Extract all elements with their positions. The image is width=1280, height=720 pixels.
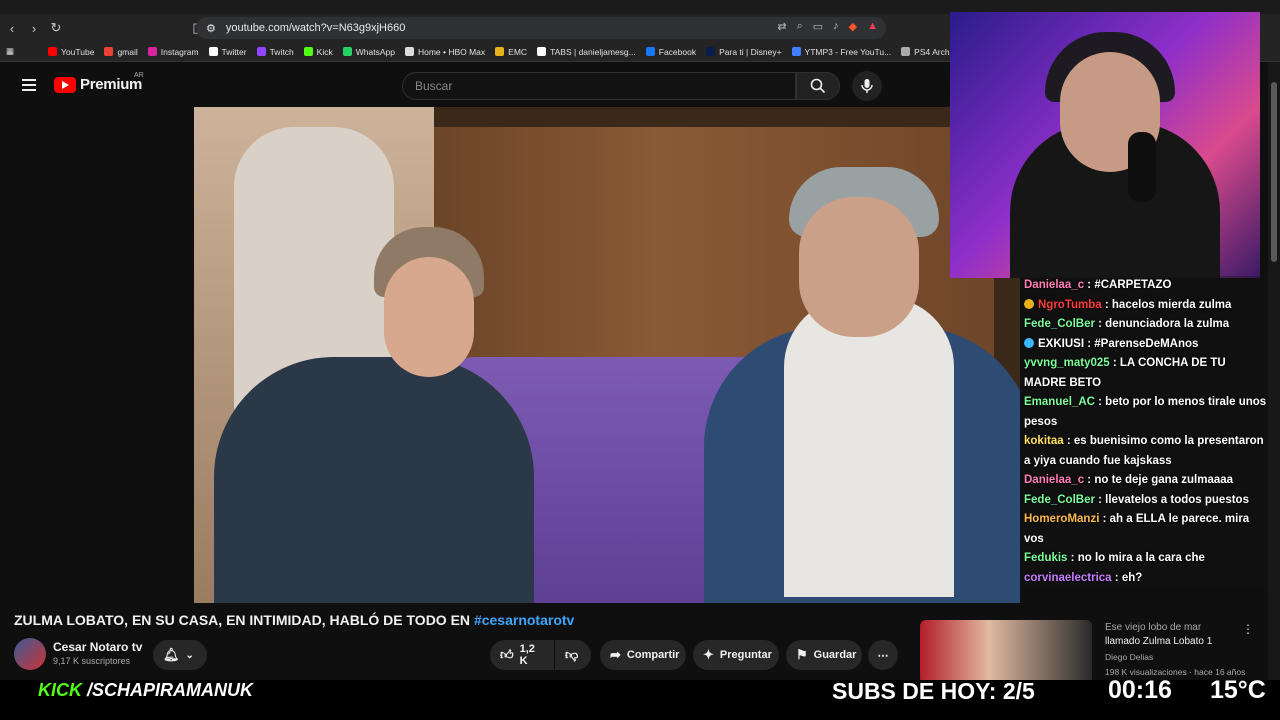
bookmark-tabs[interactable]: TABS | danieljamesg... xyxy=(537,47,636,57)
bookmark-youtube[interactable]: YouTube xyxy=(48,47,94,57)
bookmark-twitch[interactable]: Twitch xyxy=(256,47,294,57)
url-text: youtube.com/watch?v=N63g9xjH660 xyxy=(225,22,406,34)
bell-icon: 🔔︎ xyxy=(163,647,180,662)
chat-message: corvinaelectrica : eh? xyxy=(1020,568,1268,588)
badge-icon xyxy=(1024,337,1034,348)
bookmark-whatsapp[interactable]: WhatsApp xyxy=(342,47,395,57)
video-title: ZULMA LOBATO, EN SU CASA, EN INTIMIDAD, … xyxy=(14,612,574,628)
media-icon[interactable]: ♪ xyxy=(833,20,839,33)
chat-message: Danielaa_c : no te deje gana zulmaaaa xyxy=(1020,471,1268,491)
back-icon[interactable]: ‹ xyxy=(2,18,22,38)
chat-message: kokitaa : es buenisimo como la presentar… xyxy=(1020,432,1268,471)
thumbs-down-icon: 👎︎ xyxy=(565,647,579,662)
bookmark-instagram[interactable]: Instagram xyxy=(147,47,199,57)
chat-message: Fede_ColBer : denunciadora la zulma xyxy=(1020,315,1268,335)
channel-name[interactable]: Cesar Notaro tv xyxy=(53,640,142,654)
notifications-button[interactable]: 🔔︎ ⌄ xyxy=(153,640,207,670)
search-icon xyxy=(810,78,826,94)
video-player[interactable] xyxy=(194,107,1020,603)
chevron-down-icon: ⌄ xyxy=(185,649,194,661)
cast-icon[interactable]: ▭ xyxy=(813,20,823,33)
chat-message: Emanuel_AC : beto por lo menos tirale un… xyxy=(1020,393,1268,432)
zoom-icon[interactable]: ⌕ xyxy=(797,20,803,33)
voice-search-button[interactable] xyxy=(852,71,882,101)
menu-icon[interactable] xyxy=(22,79,36,91)
youtube-logo[interactable]: Premium AR xyxy=(54,72,144,93)
ask-label: Preguntar xyxy=(719,649,772,661)
share-icon: ➦ xyxy=(610,647,621,662)
apps-icon[interactable]: ▦ xyxy=(6,46,14,57)
bookmark-emc[interactable]: EMC xyxy=(495,47,527,57)
subscriber-count: 9,17 K suscriptores xyxy=(53,656,131,666)
recommended-video-author[interactable]: Diego Delias xyxy=(1105,652,1153,662)
stream-chat: Danielaa_c : #CARPETAZO NgroTumba : hace… xyxy=(1020,276,1268,632)
microphone-icon xyxy=(861,79,873,93)
forward-icon[interactable]: › xyxy=(24,18,44,38)
more-horizontal-icon: ⋯ xyxy=(877,649,889,662)
save-button[interactable]: ⚑ Guardar xyxy=(786,640,862,670)
microphone-icon xyxy=(1128,132,1156,202)
search-button[interactable] xyxy=(796,72,840,100)
sparkle-icon: ✦ xyxy=(703,647,714,662)
youtube-play-icon xyxy=(54,76,76,93)
save-label: Guardar xyxy=(813,649,857,661)
save-icon: ⚑ xyxy=(796,647,808,662)
country-code: AR xyxy=(134,72,144,79)
more-actions-button[interactable]: ⋯ xyxy=(868,640,898,670)
temperature: 15°C xyxy=(1210,676,1266,704)
subs-today-counter: SUBS DE HOY: 2/5 xyxy=(832,678,1035,704)
chat-message: Fede_ColBer : llevatelos a todos puestos xyxy=(1020,490,1268,510)
reload-icon[interactable]: ↻ xyxy=(46,18,66,38)
channel-avatar[interactable] xyxy=(14,638,46,670)
brave-shield-icon[interactable]: ◆ xyxy=(849,20,857,33)
address-bar[interactable]: ⚙ youtube.com/watch?v=N63g9xjH660 ⇄ ⌕ ▭ … xyxy=(196,17,886,39)
share-label: Compartir xyxy=(626,649,680,661)
chat-message: NgroTumba : hacelos mierda zulma xyxy=(1020,295,1268,315)
bookmark-twitter[interactable]: Twitter xyxy=(208,47,247,57)
like-count: 1,2 K xyxy=(519,643,535,667)
video-title-text: ZULMA LOBATO, EN SU CASA, EN INTIMIDAD, … xyxy=(14,612,471,628)
chat-message: Danielaa_c : #CARPETAZO xyxy=(1020,276,1268,296)
site-info-icon[interactable]: ⚙ xyxy=(206,22,216,35)
ask-button[interactable]: ✦ Preguntar xyxy=(693,640,779,670)
bookmark-kick[interactable]: Kick xyxy=(303,47,333,57)
bookmark-gmail[interactable]: gmail xyxy=(104,47,138,57)
bookmark-ytmp3[interactable]: YTMP3 - Free YouTu... xyxy=(791,47,891,57)
like-button[interactable]: 👍︎ 1,2 K xyxy=(490,640,554,670)
bookmark-hbo[interactable]: Home • HBO Max xyxy=(404,47,485,57)
search-input[interactable]: Buscar xyxy=(402,72,796,100)
kick-handle: KICK /SCHAPIRAMANUK xyxy=(38,680,254,700)
thumbs-up-icon: 👍︎ xyxy=(500,647,514,662)
chat-message: yvvng_maty025 : LA CONCHA DE TU MADRE BE… xyxy=(1020,354,1268,393)
streamer-webcam xyxy=(950,12,1260,278)
bookmark-facebook[interactable]: Facebook xyxy=(645,47,696,57)
chat-message: Fedukis : no lo mira a la cara che xyxy=(1020,549,1268,569)
dislike-button[interactable]: 👎︎ xyxy=(555,640,591,670)
rewards-icon[interactable]: ▲ xyxy=(867,20,878,33)
badge-icon xyxy=(1024,298,1034,309)
bookmark-disney[interactable]: Para ti | Disney+ xyxy=(706,47,782,57)
share-button[interactable]: ➦ Compartir xyxy=(600,640,686,670)
chat-message: HomeroManzi : ah a ELLA le parece. mira … xyxy=(1020,510,1268,549)
translate-icon[interactable]: ⇄ xyxy=(777,20,786,33)
hashtag-link[interactable]: #cesarnotarotv xyxy=(474,612,574,628)
logo-text: Premium xyxy=(80,76,143,93)
page-scrollbar[interactable] xyxy=(1268,62,1280,680)
stream-clock: 00:16 xyxy=(1108,676,1172,704)
chat-message: EXKIUSI : #ParenseDeMAnos xyxy=(1020,334,1268,354)
